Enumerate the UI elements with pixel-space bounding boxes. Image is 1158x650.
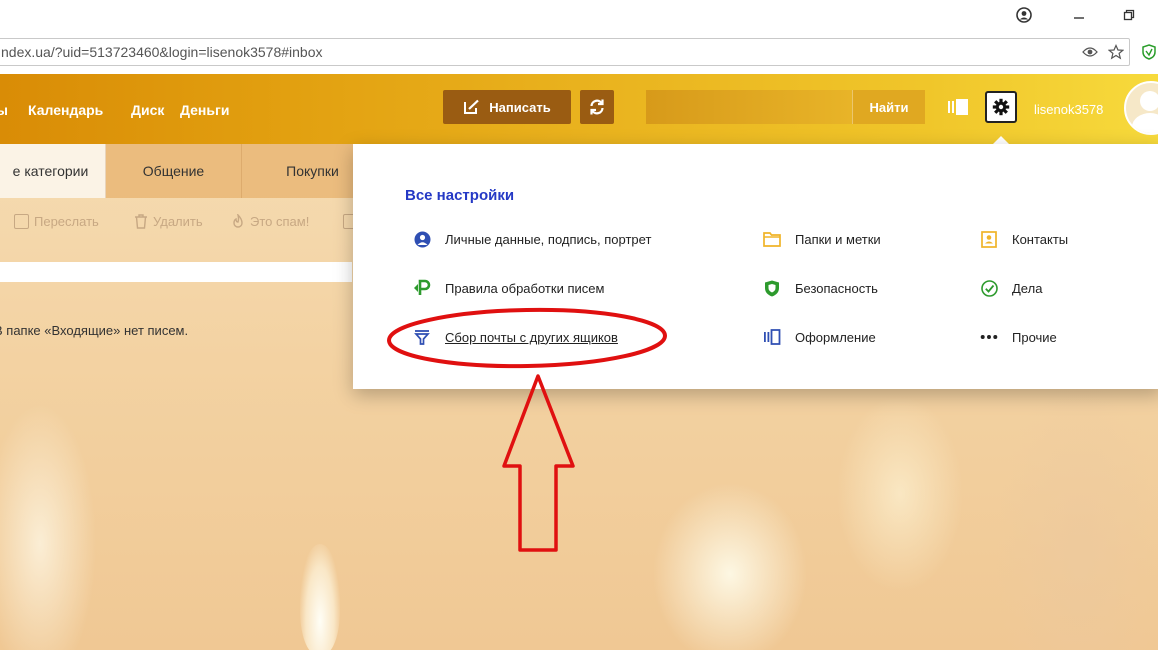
refresh-icon (590, 99, 604, 115)
settings-item-label: Прочие (1012, 329, 1057, 345)
browser-titlebar (0, 0, 1158, 32)
shield-icon (763, 279, 781, 297)
nav-link-disk[interactable]: Диск (131, 102, 164, 118)
settings-item-label: Оформление (795, 329, 876, 345)
restore-icon[interactable] (1117, 4, 1141, 26)
url-field[interactable]: ndex.ua/?uid=513723460&login=lisenok3578… (0, 38, 1130, 66)
settings-item-label: Контакты (1012, 231, 1069, 247)
rules-icon (413, 279, 431, 297)
forward-button[interactable]: Переслать (14, 214, 99, 229)
settings-gear-button[interactable] (985, 91, 1017, 123)
settings-item-security[interactable]: Безопасность (763, 279, 878, 297)
settings-item-label: Дела (1012, 280, 1043, 296)
empty-inbox-message: В папке «Входящие» нет писем. (0, 323, 189, 338)
extension-eye-icon[interactable] (1080, 42, 1100, 62)
search-input[interactable] (646, 90, 852, 124)
user-circle-icon (413, 230, 431, 248)
settings-item-mail-collector[interactable]: Сбор почты с других ящиков (413, 328, 618, 346)
flame-icon (233, 214, 243, 228)
settings-item-contacts[interactable]: Контакты (980, 230, 1068, 248)
refresh-button[interactable] (580, 90, 614, 124)
delete-button[interactable]: Удалить (134, 214, 203, 229)
avatar-body-shape (1132, 113, 1158, 133)
delete-label: Удалить (153, 214, 203, 229)
profile-icon[interactable] (1012, 4, 1036, 26)
forward-icon (14, 214, 29, 229)
avatar[interactable] (1124, 81, 1158, 135)
spam-label: Это спам! (250, 214, 310, 229)
shield-extension-icon[interactable] (1139, 42, 1158, 62)
settings-item-label: Сбор почты с других ящиков (445, 329, 618, 345)
settings-item-personal[interactable]: Личные данные, подпись, портрет (413, 230, 651, 248)
compose-icon (464, 99, 480, 114)
candle-flame-decoration (300, 544, 340, 650)
settings-item-folders[interactable]: Папки и метки (763, 230, 881, 248)
settings-item-label: Папки и метки (795, 231, 881, 247)
forward-label: Переслать (34, 214, 99, 229)
compose-button[interactable]: Написать (443, 90, 571, 124)
settings-item-label: Безопасность (795, 280, 878, 296)
nav-link-calendar[interactable]: Календарь (28, 102, 103, 118)
trash-icon (135, 214, 147, 229)
minimize-icon[interactable] (1067, 4, 1091, 26)
settings-item-other[interactable]: Прочие (980, 328, 1057, 346)
bookmark-star-icon[interactable] (1106, 42, 1126, 62)
browser-address-bar: ndex.ua/?uid=513723460&login=lisenok3578… (0, 32, 1158, 75)
theme-icon (763, 328, 781, 346)
folder-icon (763, 230, 781, 248)
gear-icon (992, 98, 1010, 116)
compose-label: Написать (489, 99, 551, 115)
tab-social[interactable]: Общение (106, 144, 242, 198)
check-icon (980, 279, 998, 297)
url-text[interactable]: ndex.ua/?uid=513723460&login=lisenok3578… (0, 39, 323, 65)
mail-list-header-bar (0, 262, 352, 282)
theme-icon[interactable] (946, 94, 970, 120)
settings-item-todo[interactable]: Дела (980, 279, 1042, 297)
settings-item-appearance[interactable]: Оформление (763, 328, 876, 346)
settings-title[interactable]: Все настройки (405, 187, 514, 204)
spam-button[interactable]: Это спам! (231, 214, 309, 229)
nav-link-money[interactable]: Деньги (180, 102, 229, 118)
mail-header: ы Календарь Диск Деньги Написать Найти l… (0, 74, 1158, 144)
settings-popup: Все настройки Личные данные, подпись, по… (353, 144, 1158, 389)
tab-all-categories[interactable]: е категории (0, 144, 106, 198)
settings-item-label: Правила обработки писем (445, 280, 605, 296)
username-link[interactable]: lisenok3578 (1034, 102, 1103, 117)
settings-item-rules[interactable]: Правила обработки писем (413, 279, 604, 297)
message-toolbar: Переслать Удалить Это спам! (0, 198, 358, 248)
settings-item-label: Личные данные, подпись, портрет (445, 231, 652, 247)
filter-icon (413, 328, 431, 346)
contacts-icon (980, 230, 998, 248)
search-button[interactable]: Найти (852, 90, 925, 124)
more-icon (980, 328, 998, 346)
nav-link-mail[interactable]: ы (0, 102, 8, 118)
avatar-head-shape (1140, 91, 1158, 111)
tab-purchases[interactable]: Покупки (242, 144, 354, 198)
